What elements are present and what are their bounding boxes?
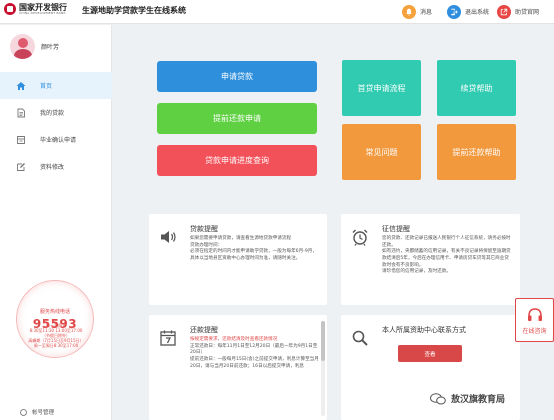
bank-name-en: CHINA DEVELOPMENT BANK (19, 11, 66, 15)
credit-notice-line: 您的贷款、还款记录已报送人民银行个人征信系统，请务必按时还款。 (382, 236, 511, 248)
external-link-icon (497, 4, 511, 19)
sidebar-item-my-loans[interactable]: 我的贷款 (0, 99, 112, 126)
calendar-icon (160, 330, 176, 346)
service-hours: 周一至周五 8:30至11:30 13:00至17:00 （节假日除外） 高峰期… (6, 323, 106, 348)
loan-notice-panel: 贷款提醒 如果您需要申请贷款，请查看生源地贷款申请流程 贷款办理时间： 必须在指… (149, 214, 327, 305)
home-icon (16, 81, 26, 90)
view-contact-button[interactable]: 查看 (398, 345, 462, 362)
early-repayment-help-tile[interactable]: 提前还款帮助 (437, 124, 516, 180)
top-header: 国家开发银行 CHINA DEVELOPMENT BANK 生源地助学贷款学生在… (0, 0, 554, 24)
repayment-notice-line: 提前还款日：一般每月15日(含)之前提交申请，利息计算至当月20日，请与当月20… (190, 356, 319, 369)
bank-name-cn: 国家开发银行 (19, 2, 67, 12)
logout-icon (447, 4, 461, 19)
repayment-scrollbar[interactable] (321, 321, 325, 416)
alarm-clock-icon (352, 229, 368, 246)
sidebar: 颜叶芳 首页 我的贷款 毕业确认申请 资料修改 服务热线电话 95593 周一至… (0, 25, 112, 420)
sidebar-item-label: 资料修改 (40, 164, 65, 171)
exit-system-label: 退出系统 (465, 9, 490, 16)
sidebar-item-home[interactable]: 首页 (0, 72, 112, 99)
account-management-label: 帐号管理 (32, 410, 55, 416)
sidebar-item-label: 毕业确认申请 (40, 137, 77, 144)
user-profile: 颜叶芳 (10, 34, 59, 59)
wechat-icon (430, 392, 446, 404)
renew-loan-help-tile[interactable]: 续贷帮助 (437, 60, 516, 116)
bank-logo-icon (4, 3, 16, 15)
online-consult-label: 在线咨询 (522, 327, 547, 335)
sidebar-item-graduation[interactable]: 毕业确认申请 (0, 126, 112, 153)
first-loan-process-tile[interactable]: 首贷申请流程 (342, 60, 421, 116)
loan-notice-title: 贷款提醒 (190, 225, 218, 233)
sidebar-item-profile-edit[interactable]: 资料修改 (0, 153, 112, 180)
hotline-label: 服务热线电话 (39, 308, 70, 315)
apply-loan-button[interactable]: 申请贷款 (157, 61, 317, 92)
watermark: 敖汉旗教育局 (430, 392, 505, 405)
avatar (10, 34, 35, 59)
graduation-icon (17, 135, 25, 144)
faq-tile[interactable]: 常见问题 (342, 124, 421, 180)
user-name: 颜叶芳 (41, 44, 60, 51)
message-label: 消息 (420, 9, 433, 16)
credit-notice-panel: 征信提醒 您的贷款、还款记录已报送人民银行个人征信系统，请务必按时还款。 如有违… (341, 214, 520, 305)
sidebar-item-label: 我的贷款 (40, 110, 65, 117)
repayment-notice-body: 按规定需要求，还款结清及时查看还款情况 正常还款日：每年11月1日至12月20日… (190, 337, 320, 370)
headset-icon (527, 307, 542, 321)
speaker-icon (161, 231, 176, 243)
contact-title: 本人所属资助中心联系方式 (382, 326, 466, 334)
sidebar-item-label: 首页 (40, 83, 53, 90)
message-button[interactable]: 消息 (402, 3, 432, 20)
credit-notice-line: 请珍惜您的信用记录，及时还款。 (382, 269, 451, 275)
sidebar-nav: 首页 我的贷款 毕业确认申请 资料修改 (0, 72, 112, 180)
repayment-notice-panel: 还款提醒 按规定需要求，还款结清及时查看还款情况 正常还款日：每年11月1日至1… (149, 315, 327, 420)
loan-notice-line: 如果您需要申请贷款，请查看生源地贷款申请流程 (190, 236, 292, 241)
system-title: 生源地助学贷款学生在线系统 (82, 5, 186, 15)
document-icon (17, 108, 25, 117)
early-repayment-button[interactable]: 提前还款申请 (157, 103, 317, 134)
loan-notice-line: 必须在指定的时间内才能申请助学贷款，一般为每年6月-9月，具体以当地县区资助中心… (190, 249, 317, 261)
bell-icon (402, 4, 416, 19)
credit-notice-title: 征信提醒 (382, 225, 410, 233)
repayment-notice-title: 还款提醒 (190, 326, 218, 334)
account-management-link[interactable]: 帐号管理 (20, 408, 54, 416)
loan-notice-body: 如果您需要申请贷款，请查看生源地贷款申请流程 贷款办理时间： 必须在指定的时间内… (190, 236, 320, 263)
official-site-button[interactable]: 助贷官网 (497, 3, 539, 20)
online-consult-button[interactable]: 在线咨询 (515, 298, 554, 342)
watermark-text: 敖汉旗教育局 (451, 395, 506, 405)
edit-icon (17, 162, 25, 171)
account-icon (20, 408, 27, 416)
repayment-notice-line: 正常还款日：每年11月1日至12月20日（最后一年为9月1日至20日） (190, 343, 318, 356)
credit-notice-line: 如有违约，央都储蓄的信用记录，有关不良记录将保留至逾期贷款结清后5年，今后在办理… (382, 249, 511, 268)
credit-notice-body: 您的贷款、还款记录已报送人民银行个人征信系统，请务必按时还款。 如有违约，央都储… (382, 236, 512, 276)
repayment-warning: 按规定需要求，还款结清及时查看还款情况 (190, 337, 278, 342)
official-site-label: 助贷官网 (515, 9, 540, 16)
search-icon (352, 330, 368, 346)
loan-progress-button[interactable]: 贷款申请进度查询 (157, 145, 317, 176)
exit-system-button[interactable]: 退出系统 (447, 3, 489, 20)
service-hours-line: 周一至周日8:30至17:00 (33, 343, 79, 348)
bank-logo: 国家开发银行 CHINA DEVELOPMENT BANK (4, 3, 67, 15)
